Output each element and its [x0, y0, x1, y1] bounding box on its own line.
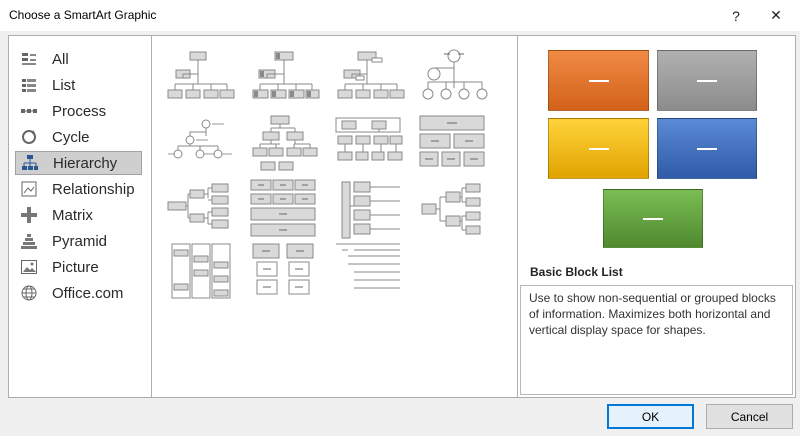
help-button[interactable]: ?	[718, 0, 754, 31]
category-label: Matrix	[52, 206, 93, 224]
layout-title: Basic Block List	[530, 265, 623, 279]
title-bar: Choose a SmartArt Graphic ? ✕	[0, 0, 800, 31]
category-relationship[interactable]: Relationship	[15, 177, 142, 201]
category-label: All	[52, 50, 69, 68]
layout-hierarchy-list[interactable]	[249, 178, 321, 242]
category-label: Process	[52, 102, 107, 120]
category-label: Picture	[52, 258, 99, 276]
layout-org-chart[interactable]	[164, 42, 236, 106]
layout-hierarchy[interactable]	[249, 110, 321, 174]
layout-architecture-layout[interactable]	[418, 110, 490, 174]
category-hierarchy[interactable]: Hierarchy	[15, 151, 142, 175]
preview-block-gray	[657, 50, 757, 111]
close-button[interactable]: ✕	[758, 0, 794, 31]
relationship-icon	[20, 180, 38, 198]
divider	[151, 35, 152, 398]
all-icon	[20, 50, 38, 68]
pyramid-icon	[20, 232, 38, 250]
layout-table-hierarchy[interactable]	[334, 110, 406, 174]
preview-block-yellow	[548, 118, 649, 179]
category-label: Relationship	[52, 180, 135, 198]
layout-description: Use to show non-sequential or grouped bl…	[520, 285, 793, 395]
placeholder-text-dash	[697, 147, 717, 150]
matrix-icon	[20, 206, 38, 224]
layout-circle-picture-hierarchy[interactable]	[418, 42, 490, 106]
org-chart-thumbnail	[167, 51, 235, 99]
layout-labeled-hierarchy[interactable]	[164, 110, 236, 174]
layout-half-circle-org-chart[interactable]	[249, 242, 321, 306]
category-label: Office.com	[52, 284, 124, 302]
layout-name-title-org-chart[interactable]	[334, 42, 406, 106]
placeholder-text-dash	[697, 79, 717, 82]
category-pyramid[interactable]: Pyramid	[15, 229, 142, 253]
divider	[517, 35, 518, 398]
category-label: Hierarchy	[53, 154, 118, 172]
cycle-icon	[20, 128, 38, 146]
category-label: Pyramid	[52, 232, 108, 250]
category-matrix[interactable]: Matrix	[15, 203, 142, 227]
preview-block-green	[603, 189, 703, 248]
list-icon	[20, 76, 38, 94]
category-all[interactable]: All	[15, 47, 142, 71]
hierarchy-icon	[21, 154, 39, 172]
placeholder-text-dash	[643, 217, 663, 220]
category-cycle[interactable]: Cycle	[15, 125, 142, 149]
layout-horizontal-multi-level-hierarchy[interactable]	[418, 178, 490, 242]
dialog-title: Choose a SmartArt Graphic	[9, 8, 157, 22]
layout-descending-hierarchy[interactable]	[164, 242, 236, 306]
ok-button[interactable]: OK	[607, 404, 694, 429]
layout-horizontal-hierarchy[interactable]	[164, 178, 236, 242]
layout-lined-list[interactable]	[334, 178, 406, 242]
layout-picture-org-chart[interactable]	[249, 42, 321, 106]
placeholder-text-dash	[588, 79, 609, 82]
category-picture[interactable]: Picture	[15, 255, 142, 279]
layout-text-hierarchy[interactable]	[334, 242, 406, 306]
category-process[interactable]: Process	[15, 99, 142, 123]
preview-block-orange	[548, 50, 649, 111]
globe-icon	[20, 284, 38, 302]
category-office-com[interactable]: Office.com	[15, 281, 142, 305]
placeholder-text-dash	[588, 147, 609, 150]
preview-block-blue	[657, 118, 757, 179]
category-label: List	[52, 76, 76, 94]
category-label: Cycle	[52, 128, 90, 146]
process-icon	[20, 102, 38, 120]
picture-icon	[20, 258, 38, 276]
category-list-item[interactable]: List	[15, 73, 142, 97]
cancel-button[interactable]: Cancel	[706, 404, 793, 429]
